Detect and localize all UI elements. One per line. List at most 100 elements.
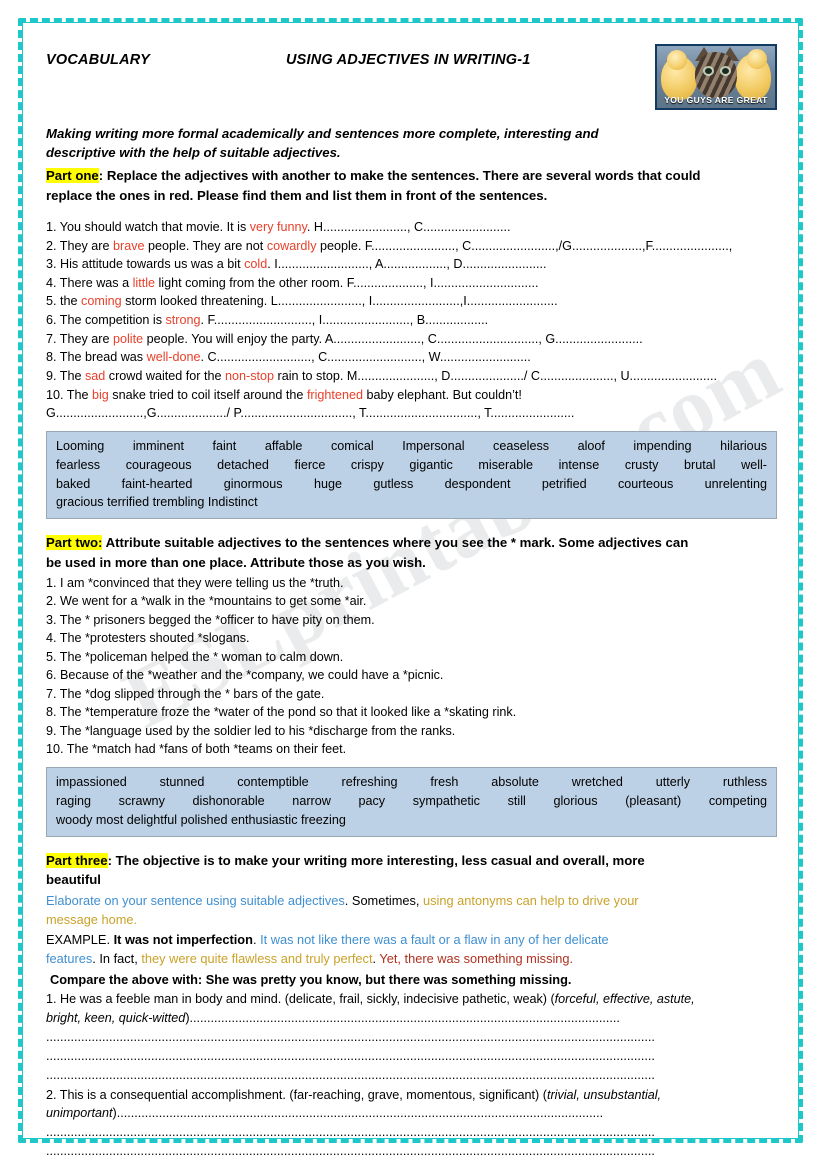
question-item: 1. He was a feeble man in body and mind.… <box>46 990 777 1084</box>
question-line-2: bright, keen, quick-witted).............… <box>46 1009 777 1028</box>
part-one-heading: Part one: Replace the adjectives with an… <box>46 166 777 206</box>
wordbank-line: baked faint-hearted ginormous huge gutle… <box>56 476 767 491</box>
sentence-pre: The bread was <box>59 350 147 365</box>
page-title: USING ADJECTIVES IN WRITING-1 <box>286 52 531 68</box>
wordbank-line: impassioned stunned contemptible refresh… <box>56 774 767 789</box>
red-adjective: well-done <box>146 350 201 365</box>
sentence-item: 6. Because of the *weather and the *comp… <box>46 668 444 683</box>
sentence-item: 7. They are polite people. You will enjo… <box>46 330 777 349</box>
header-titles: VOCABULARY USING ADJECTIVES IN WRITING-1 <box>46 42 655 68</box>
sentence-post: baby elephant. But couldn’t! <box>362 387 522 402</box>
red-adjective: sad <box>85 368 106 383</box>
part-three-body: Elaborate on your sentence using suitabl… <box>46 891 777 1161</box>
sentence-number: 10. <box>46 387 64 402</box>
sentence-answer-line: G.........................,G............… <box>46 404 777 423</box>
wordbank-line: fearless courageous detached fierce cris… <box>56 457 767 472</box>
sentence-item: 1. You should watch that movie. It is ve… <box>46 218 777 237</box>
sentence-item: 10. The big snake tried to coil itself a… <box>46 386 777 405</box>
wordbank-line: woody most delightful polished enthusias… <box>56 812 346 827</box>
sentence-post: . F............................, I......… <box>200 313 489 327</box>
sentence-item: 2. We went for a *walk in the *mountains… <box>46 594 367 609</box>
question-italic-antonyms-cont: bright, keen, quick-witted <box>46 1011 186 1025</box>
example-blue-text-cont: features <box>46 950 93 966</box>
wordbank-line: raging scrawny dishonorable narrow pacy … <box>56 793 767 808</box>
sentence-pre: The competition is <box>59 313 166 327</box>
sentence-number: 9. <box>46 368 57 383</box>
example-gold-text: they were quite flawless and truly perfe… <box>141 950 373 966</box>
part-three-instruction-2: beautiful <box>46 872 101 888</box>
red-adjective: cowardly <box>266 238 317 253</box>
kitten-face <box>695 52 737 98</box>
example-blue-text: It was not like there was a fault or a f… <box>260 931 609 947</box>
sentence-item: 5. The *policeman helped the * woman to … <box>46 649 344 664</box>
answer-blank-line: ).......................................… <box>185 1011 620 1025</box>
sentence-item: 6. The competition is strong. F.........… <box>46 311 777 330</box>
kitten-eye-right <box>722 68 729 74</box>
example-red-text: Yet, there was something missing. <box>379 950 574 966</box>
part-one-wordbank: Looming imminent faint affable comical I… <box>46 430 777 520</box>
question-line-1: 1. He was a feeble man in body and mind.… <box>46 990 777 1009</box>
photo-caption: YOU GUYS ARE GREAT <box>664 95 768 105</box>
sentence-item: 9. The *language used by the soldier led… <box>46 723 456 738</box>
sentence-item: 10. The *match had *fans of both *teams … <box>46 742 347 757</box>
sentence-number: 1. <box>46 219 57 234</box>
sentence-pre: The <box>66 387 92 402</box>
sentence-item: 8. The bread was well-done. C...........… <box>46 348 777 367</box>
part-three-heading: Part three: The objective is to make you… <box>46 851 777 891</box>
sentence-pre: The <box>59 368 85 383</box>
example-line-1: EXAMPLE. It was not imperfection. It was… <box>46 930 777 949</box>
red-adjective: cold <box>244 257 268 272</box>
worksheet-page: ESLprintables.com VOCABULARY USING ADJEC… <box>0 0 821 1161</box>
red-adjective: strong <box>165 313 201 327</box>
part-two-sentences: 1. I am *convinced that they were tellin… <box>46 574 777 759</box>
question-line-2: unimportant)............................… <box>46 1104 777 1123</box>
part-two-heading: Part two: Attribute suitable adjectives … <box>46 533 777 573</box>
wordbank-line: gracious terrified trembling Indistinct <box>56 495 258 510</box>
header-left-title: VOCABULARY <box>46 52 151 68</box>
duckling-right-head <box>747 49 767 69</box>
sentence-pre: You should watch that movie. It is <box>59 219 250 234</box>
part-one-instruction-1: : Replace the adjectives with another to… <box>98 168 701 184</box>
example-bold-text: It was not imperfection <box>113 931 253 947</box>
sentence-number: 2. <box>46 238 57 253</box>
sentence-pre: There was a <box>59 275 133 290</box>
question-italic-antonyms-cont: unimportant <box>46 1106 113 1121</box>
answer-blank-line: ........................................… <box>46 1048 655 1063</box>
sentence-post: storm looked threatening. L.............… <box>121 294 558 309</box>
kitten-ducklings-photo: YOU GUYS ARE GREAT <box>655 44 777 110</box>
sentence-post: light coming from the other room. F.....… <box>155 275 539 290</box>
sentence-number: 7. <box>46 331 57 346</box>
question-item: 2. This is a consequential accomplishmen… <box>46 1086 777 1162</box>
answer-blank-line: ........................................… <box>46 1029 655 1044</box>
red-adjective: big <box>92 387 109 402</box>
sentence-number: 3. <box>46 257 57 272</box>
part-one-instruction-2: replace the ones in red. Please find the… <box>46 188 548 204</box>
duckling-left-head <box>667 50 687 70</box>
sentence-item: 5. the coming storm looked threatening. … <box>46 292 777 311</box>
red-adjective: brave <box>113 238 145 253</box>
sentence-pre: They are <box>59 238 113 253</box>
question-text: 2. This is a consequential accomplishmen… <box>46 1087 547 1102</box>
elaborate-mid-text: . Sometimes, <box>344 893 424 909</box>
worksheet-header: VOCABULARY USING ADJECTIVES IN WRITING-1… <box>46 42 777 110</box>
sentence-number: 8. <box>46 350 57 365</box>
answer-blank-line: ........................................… <box>46 1067 655 1082</box>
part-one-sentences: 1. You should watch that movie. It is ve… <box>46 218 777 423</box>
sentence-post: . C..........................., C.......… <box>200 350 531 365</box>
example-dot: . <box>252 931 261 947</box>
question-italic-antonyms: forceful, effective, astute, <box>554 992 695 1007</box>
red-adjective: non-stop <box>225 368 275 383</box>
red-adjective: very funny <box>249 219 307 234</box>
answer-blank-line: ........................................… <box>46 1125 655 1140</box>
example-label: EXAMPLE. <box>46 931 114 947</box>
sentence-post: people. F........................, C....… <box>316 238 733 253</box>
part-three-instruction-1: : The objective is to make your writing … <box>107 852 645 868</box>
part-two-wordbank: impassioned stunned contemptible refresh… <box>46 766 777 837</box>
sentence-pre: His attitude towards us was a bit <box>60 257 245 272</box>
sentence-number: 5. <box>46 294 57 309</box>
sentence-item: 3. His attitude towards us was a bit col… <box>46 255 777 274</box>
sentence-number: 4. <box>46 275 57 290</box>
part-two-label: Part two: <box>46 535 103 551</box>
elaborate-line-2: message home. <box>46 912 138 928</box>
red-adjective: frightened <box>306 387 363 402</box>
